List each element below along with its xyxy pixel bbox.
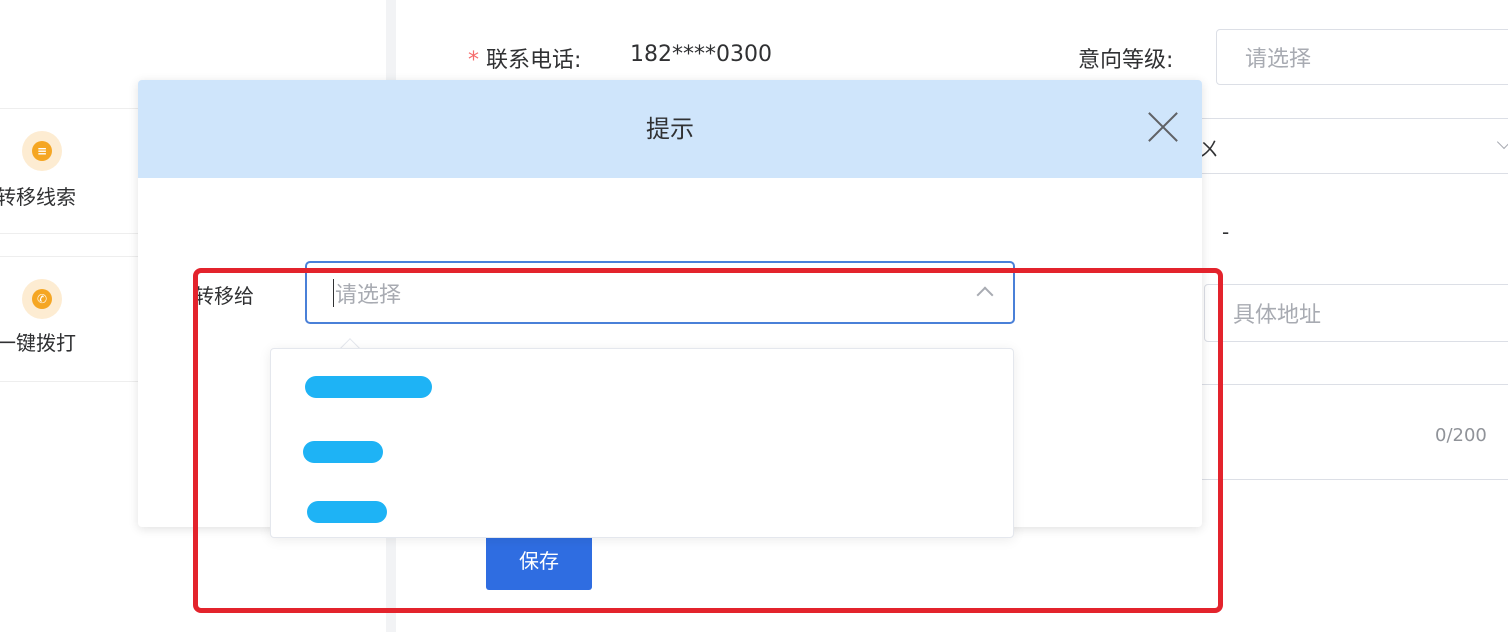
intent-level-placeholder: 请选择 bbox=[1245, 47, 1312, 72]
remark-counter: 0/200 bbox=[1435, 425, 1487, 446]
redaction-scribble bbox=[305, 376, 432, 398]
phone-icon: ✆ bbox=[22, 279, 62, 319]
partial-select[interactable]: ㄨ bbox=[1190, 118, 1508, 174]
intent-level-label: 意向等级: bbox=[1078, 48, 1174, 73]
remark-textarea[interactable]: 0/200 bbox=[1196, 384, 1508, 480]
phone-value: 182****0300 bbox=[630, 42, 772, 67]
partial-select-text: ㄨ bbox=[1199, 137, 1219, 161]
redaction-scribble bbox=[303, 441, 383, 463]
phone-label: * 联系电话: bbox=[468, 48, 582, 73]
text-caret bbox=[333, 279, 334, 307]
dropdown-option[interactable] bbox=[271, 483, 1015, 541]
address-placeholder: 具体地址 bbox=[1233, 303, 1322, 328]
transfer-icon: ≡ bbox=[22, 131, 62, 171]
transfer-to-label: 转移给 bbox=[194, 284, 254, 308]
address-input[interactable]: 具体地址 bbox=[1204, 284, 1508, 342]
dialog-header: 提示 bbox=[138, 80, 1202, 178]
redaction-scribble bbox=[307, 501, 387, 523]
close-icon[interactable] bbox=[1146, 110, 1180, 144]
transfer-options-dropdown bbox=[270, 348, 1014, 538]
dialog-title: 提示 bbox=[646, 115, 694, 143]
chevron-down-icon bbox=[1496, 134, 1508, 150]
one-click-call-action[interactable]: ✆ 一键拨打 bbox=[0, 256, 138, 382]
dash-text: - bbox=[1222, 220, 1230, 244]
transfer-to-placeholder: 请选择 bbox=[335, 282, 402, 308]
intent-level-select[interactable]: 请选择 bbox=[1216, 29, 1508, 85]
dropdown-option[interactable] bbox=[271, 359, 1015, 417]
chevron-up-icon bbox=[976, 286, 994, 304]
one-click-call-label: 一键拨打 bbox=[0, 331, 76, 355]
transfer-lead-label: 转移线索 bbox=[0, 185, 76, 209]
dropdown-option[interactable] bbox=[271, 421, 1015, 479]
transfer-lead-action[interactable]: ≡ 转移线索 bbox=[0, 108, 138, 234]
transfer-to-select[interactable]: 请选择 bbox=[305, 261, 1015, 324]
